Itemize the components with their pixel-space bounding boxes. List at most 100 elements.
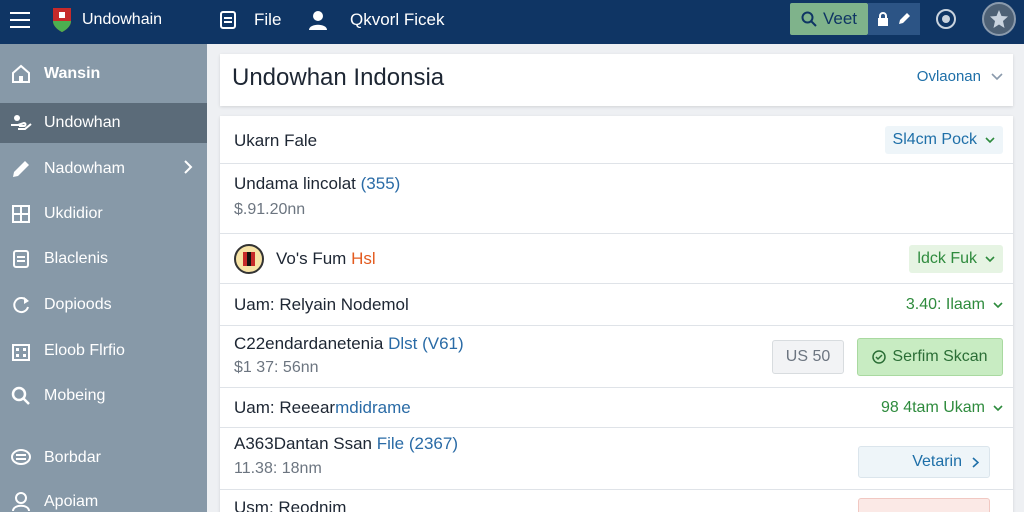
chevron-down-icon: [993, 301, 1003, 308]
list-item[interactable]: Ukarn Fale Sl4cm Pock: [220, 116, 1013, 164]
brand-label: Undowhain: [82, 11, 163, 28]
search-icon: [801, 11, 817, 27]
search-text[interactable]: Qkvorl Ficek: [350, 10, 444, 30]
page-header: Undowhan Indonsia Ovlaonan: [220, 54, 1013, 106]
grid-icon: [10, 203, 32, 225]
search-icon: [10, 385, 32, 407]
sidebar-item-mobeing[interactable]: Mobeing: [0, 376, 207, 416]
row-dropdown-label: 3.40: Ilaam: [905, 296, 985, 313]
sidebar-item-label: Nadowham: [44, 160, 125, 177]
user-icon: [10, 491, 32, 512]
row-title: Vo's Fum Hsl: [276, 249, 376, 268]
row-dropdown-label: 98 4tam Ukam: [880, 399, 985, 416]
row-title: Uam: Reeearmdidrame: [234, 398, 411, 417]
circle-check-icon: [872, 350, 887, 364]
content-list: Ukarn Fale Sl4cm Pock Undama lincolat (3…: [220, 116, 1013, 512]
row-dropdown-label: Sl4cm Pock: [892, 131, 977, 148]
list-item[interactable]: C22endardanetenia Dlst (V61) $1 37: 56nn…: [220, 326, 1013, 388]
sidebar-item-label: Undowhan: [44, 114, 121, 131]
row-count: (355): [360, 174, 401, 193]
edit-icon: [899, 13, 910, 24]
row-dropdown[interactable]: Sl4cm Pock: [884, 126, 1003, 154]
chevron-down-icon: [985, 136, 995, 143]
list-item[interactable]: Usm: Reodnim: [220, 490, 1013, 512]
row-title: Uam: Relyain Nodemol: [234, 295, 409, 314]
row-title: Usm: Reodnim: [234, 498, 347, 512]
file-menu[interactable]: File: [254, 10, 281, 30]
chevron-down-icon: [985, 255, 995, 262]
chevron-right-icon: [183, 160, 193, 179]
sidebar-item-label: Eloob Flrfio: [44, 342, 125, 359]
sidebar-item-label: Wansin: [44, 65, 101, 82]
avatar[interactable]: [982, 2, 1016, 36]
secondary-button[interactable]: US 50: [772, 340, 844, 374]
row-amount: $1 37: 56nn: [234, 359, 319, 376]
brand-logo-icon: [50, 6, 74, 34]
sidebar-item-label: Borbdar: [44, 449, 101, 466]
sidebar-item-dopioods[interactable]: Dopioods: [0, 285, 207, 325]
top-bar: Undowhain File Qkvorl Ficek Veet: [0, 0, 1024, 44]
pencil-icon: [10, 158, 32, 180]
sidebar-item-label: Dopioods: [44, 296, 112, 313]
sidebar-item-ukdidior[interactable]: Ukdidior: [0, 194, 207, 234]
building-icon: [10, 340, 32, 362]
page-title: Undowhan Indonsia: [232, 64, 445, 91]
settings-icon[interactable]: [934, 7, 958, 31]
sidebar-item-wansin[interactable]: Wansin: [0, 54, 207, 94]
sidebar-item-label: Mobeing: [44, 387, 106, 404]
list-item[interactable]: Undama lincolat (355) $.91.20nn: [220, 164, 1013, 234]
list-item[interactable]: Uam: Relyain Nodemol 3.40: Ilaam: [220, 284, 1013, 326]
sidebar-item-label: Blaclenis: [44, 250, 109, 267]
sidebar: Wansin Undowhan Nadowham Ukdidior Blacle…: [0, 44, 207, 512]
list-item[interactable]: A363Dantan Ssan File (2367) 11.38: 18nm …: [220, 428, 1013, 490]
sidebar-item-borbdar[interactable]: Borbdar: [0, 438, 207, 478]
sidebar-item-eloob-flrfio[interactable]: Eloob Flrfio: [0, 331, 207, 371]
primary-action-button[interactable]: Serfim Skcan: [857, 338, 1003, 376]
lock-icon: [878, 12, 888, 26]
chevron-right-icon: [972, 456, 979, 468]
primary-action-label: Serfim Skcan: [892, 348, 988, 365]
chat-icon: [10, 447, 32, 469]
verify-button-label: Vetarin: [912, 453, 962, 470]
chevron-down-icon: [991, 72, 1003, 80]
row-dropdown[interactable]: 98 4tam Ukam: [881, 399, 1003, 417]
row-amount: $.91.20nn: [234, 201, 306, 218]
sidebar-item-undowhan[interactable]: Undowhan: [0, 103, 207, 143]
notification-button[interactable]: [868, 3, 920, 35]
verify-button[interactable]: Vetarin: [858, 446, 990, 478]
header-dropdown[interactable]: Ovlaonan: [917, 68, 1003, 85]
home-icon: [10, 63, 32, 85]
row-title: Ukarn Fale: [234, 131, 318, 150]
sidebar-item-label: Apoiam: [44, 493, 99, 510]
list-item[interactable]: Vo's Fum Hsl ldck Fuk: [220, 234, 1013, 284]
row-title: Undama lincolat (355): [234, 174, 401, 193]
person-icon[interactable]: [308, 9, 328, 31]
search-button-label: Veet: [822, 9, 858, 28]
action-button[interactable]: [858, 498, 990, 512]
flag-icon: [234, 244, 264, 274]
row-title: C22endardanetenia Dlst (V61): [234, 334, 464, 353]
row-title: A363Dantan Ssan File (2367): [234, 434, 458, 453]
hamburger-menu-icon[interactable]: [10, 12, 30, 30]
file-icon[interactable]: [220, 11, 236, 29]
hand-icon: [10, 112, 32, 134]
row-dropdown[interactable]: 3.40: Ilaam: [906, 296, 1003, 314]
row-tag: Hsl: [351, 249, 376, 268]
sidebar-item-blaclenis[interactable]: Blaclenis: [0, 239, 207, 279]
row-dropdown[interactable]: ldck Fuk: [909, 245, 1003, 273]
row-subtitle: mdidrame: [335, 398, 411, 417]
sidebar-item-nadowham[interactable]: Nadowham: [0, 149, 207, 189]
header-dropdown-label: Ovlaonan: [916, 68, 981, 85]
refresh-icon: [10, 294, 32, 316]
chevron-down-icon: [993, 404, 1003, 411]
search-button[interactable]: Veet: [790, 3, 868, 35]
document-icon: [10, 248, 32, 270]
star-icon: [990, 10, 1008, 28]
list-item[interactable]: Uam: Reeearmdidrame 98 4tam Ukam: [220, 388, 1013, 428]
row-subtitle: Dlst (V61): [388, 334, 464, 353]
row-subtitle: File (2367): [376, 434, 458, 453]
sidebar-item-label: Ukdidior: [44, 205, 103, 222]
row-dropdown-label: ldck Fuk: [917, 250, 977, 267]
sidebar-item-apoiam[interactable]: Apoiam: [0, 482, 207, 512]
row-amount: 11.38: 18nm: [234, 460, 322, 477]
